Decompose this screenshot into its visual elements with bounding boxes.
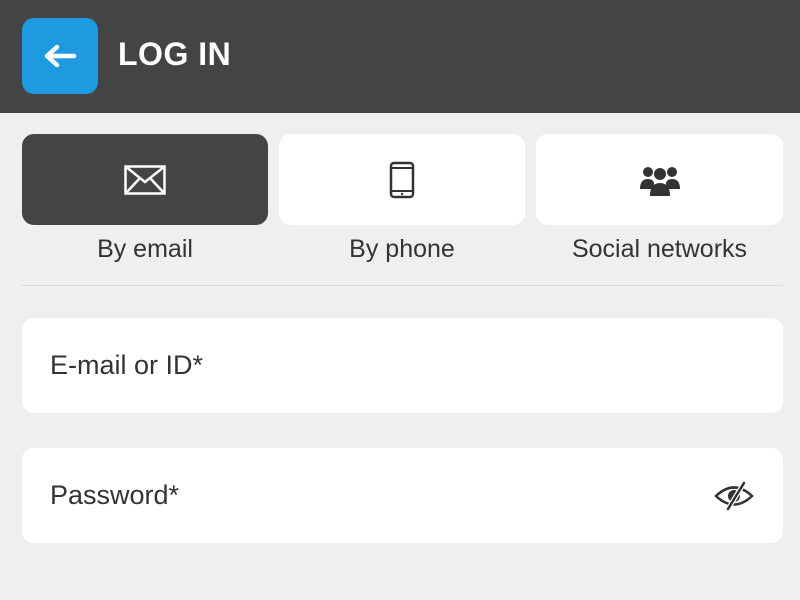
tab-label-by-phone[interactable]: By phone (279, 233, 525, 265)
eye-slash-icon (714, 481, 754, 511)
password-field-container (22, 448, 783, 543)
tab-social-networks[interactable] (536, 134, 783, 225)
tab-label-by-email[interactable]: By email (22, 233, 268, 265)
arrow-left-icon (44, 44, 77, 68)
envelope-icon (124, 164, 166, 195)
page-title: LOG IN (118, 36, 232, 72)
tab-by-email[interactable] (22, 134, 268, 225)
password-field[interactable] (50, 448, 710, 543)
phone-icon (389, 161, 415, 198)
users-icon (639, 166, 680, 196)
divider (22, 285, 783, 286)
tab-by-phone[interactable] (279, 134, 525, 225)
tab-label-social-networks[interactable]: Social networks (536, 233, 783, 265)
back-button[interactable] (22, 18, 98, 94)
app-header: LOG IN (0, 0, 800, 113)
email-field[interactable] (50, 318, 710, 413)
email-field-container (22, 318, 783, 413)
password-visibility-toggle[interactable] (713, 478, 755, 514)
